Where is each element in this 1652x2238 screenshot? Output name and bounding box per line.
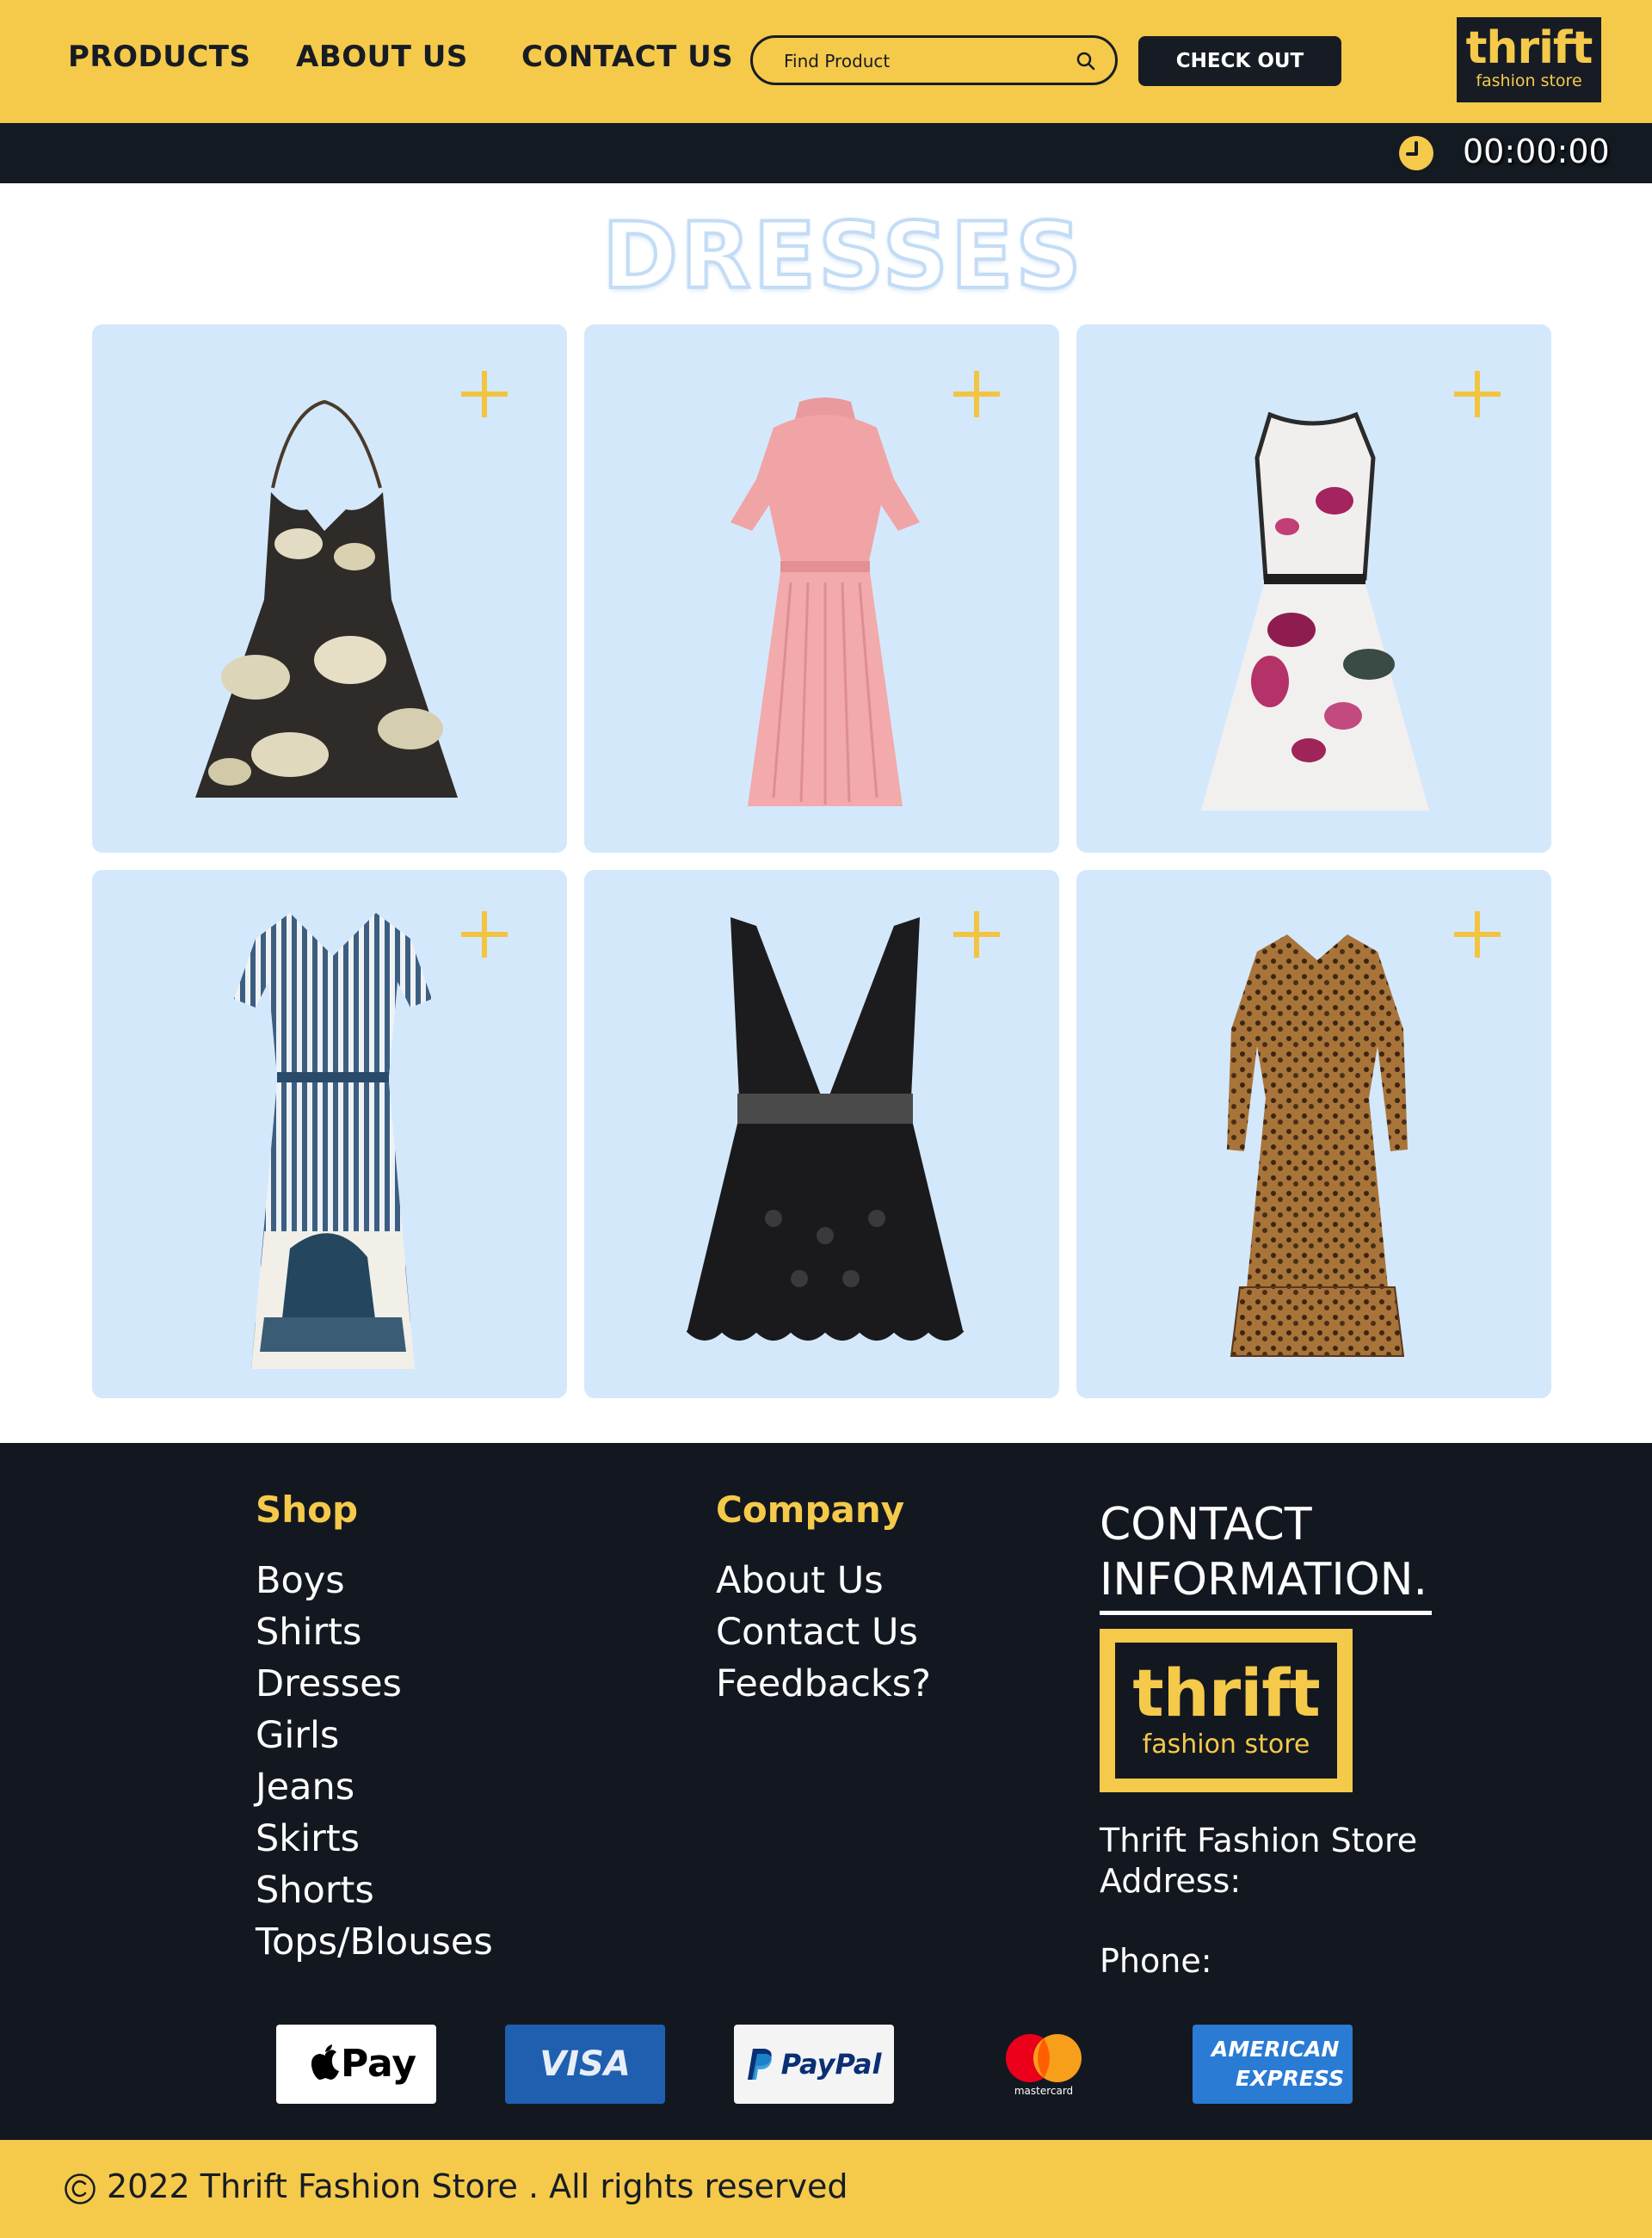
product-card-leopard-print-long-sleeve-dress[interactable] — [1076, 870, 1551, 1398]
footer-link-skirts[interactable]: Skirts — [256, 1817, 360, 1860]
timer-value: 00:00:00 — [1463, 133, 1610, 170]
footer-link-dresses[interactable]: Dresses — [256, 1662, 402, 1705]
store-name: Thrift Fashion Store — [1100, 1822, 1418, 1859]
plus-icon[interactable] — [1454, 371, 1501, 417]
footer-link-shorts[interactable]: Shorts — [256, 1869, 374, 1912]
timer-bar: 00:00:00 — [0, 123, 1652, 183]
footer-link-jeans[interactable]: Jeans — [256, 1766, 354, 1809]
nav-contact-us-link[interactable]: CONTACT US — [521, 40, 733, 74]
logo-subtitle: fashion store — [1476, 71, 1582, 90]
pink-pleated-dress-image — [730, 398, 920, 806]
clock-icon — [1399, 136, 1433, 170]
product-card-black-lace-plunge-dress[interactable] — [584, 870, 1059, 1398]
american-express-badge: AMERICAN EXPRESS — [1193, 2025, 1353, 2104]
contact-title-line2: INFORMATION. — [1100, 1554, 1428, 1606]
footer-link-contact-us[interactable]: Contact Us — [716, 1611, 918, 1654]
footer-link-about-us[interactable]: About Us — [716, 1559, 884, 1602]
mastercard-badge: mastercard — [964, 2025, 1124, 2104]
white-floral-belted-dress-image — [1201, 411, 1429, 811]
footer-shop-heading: Shop — [256, 1489, 359, 1531]
footer-logo-inner: thrift fashion store — [1115, 1643, 1337, 1779]
nav-about-us-link[interactable]: ABOUT US — [296, 40, 468, 74]
search-icon[interactable] — [1076, 51, 1096, 71]
leopard-print-long-sleeve-dress-image — [1227, 934, 1408, 1357]
amex-label-line1: AMERICAN — [1211, 2037, 1340, 2062]
copyright-icon — [65, 2173, 96, 2204]
footer-link-shirts[interactable]: Shirts — [256, 1611, 361, 1654]
search-input[interactable] — [784, 48, 1059, 74]
paypal-label: PayPal — [780, 2048, 882, 2081]
visa-label: VISA — [539, 2044, 631, 2084]
footer-logo-title: thrift — [1132, 1655, 1320, 1731]
footer-logo-subtitle: fashion store — [1142, 1729, 1310, 1760]
header-logo[interactable]: thrift fashion store — [1457, 17, 1601, 102]
section-title: DRESSES — [601, 201, 1084, 311]
contact-information-title: CONTACT INFORMATION. — [1100, 1497, 1435, 1607]
footer-link-boys[interactable]: Boys — [256, 1559, 345, 1602]
product-card-floral-halter-dress[interactable] — [92, 324, 567, 853]
product-card-white-floral-belted-dress[interactable] — [1076, 324, 1551, 853]
paypal-badge: PayPal — [734, 2025, 894, 2104]
footer-link-feedbacks[interactable]: Feedbacks? — [716, 1662, 931, 1705]
footer-company-heading: Company — [716, 1489, 905, 1531]
footer-logo: thrift fashion store — [1100, 1629, 1353, 1792]
copyright-bar: 2022 Thrift Fashion Store . All rights r… — [0, 2140, 1652, 2238]
black-lace-plunge-dress-image — [686, 917, 965, 1341]
mastercard-label: mastercard — [1014, 2085, 1074, 2097]
mastercard-icon — [1006, 2034, 1082, 2082]
apple-pay-badge: Pay — [276, 2025, 436, 2104]
floral-halter-dress-image — [195, 399, 458, 798]
plus-icon[interactable] — [461, 911, 508, 958]
product-card-striped-shirt-dress[interactable] — [92, 870, 567, 1398]
striped-shirt-dress-image — [234, 913, 432, 1369]
amex-label-line2: EXPRESS — [1236, 2066, 1345, 2091]
checkout-button[interactable]: CHECK OUT — [1138, 36, 1341, 86]
plus-icon[interactable] — [953, 371, 1000, 417]
apple-pay-label: Pay — [340, 2042, 417, 2086]
contact-divider — [1100, 1611, 1432, 1615]
plus-icon[interactable] — [1454, 911, 1501, 958]
search-box — [750, 35, 1118, 85]
footer-link-tops-blouses[interactable]: Tops/Blouses — [256, 1920, 493, 1964]
copyright-text: 2022 Thrift Fashion Store . All rights r… — [107, 2167, 848, 2205]
top-navigation-bar: PRODUCTS ABOUT US CONTACT US CHECK OUT t… — [0, 0, 1652, 123]
visa-badge: VISA — [505, 2025, 665, 2104]
store-address-label: Address: — [1100, 1862, 1242, 1900]
contact-title-line1: CONTACT — [1100, 1499, 1312, 1551]
store-phone-label: Phone: — [1100, 1942, 1212, 1980]
logo-title: thrift — [1465, 22, 1593, 74]
nav-products-link[interactable]: PRODUCTS — [68, 40, 250, 74]
footer-link-girls[interactable]: Girls — [256, 1714, 339, 1757]
product-card-pink-pleated-dress[interactable] — [584, 324, 1059, 853]
